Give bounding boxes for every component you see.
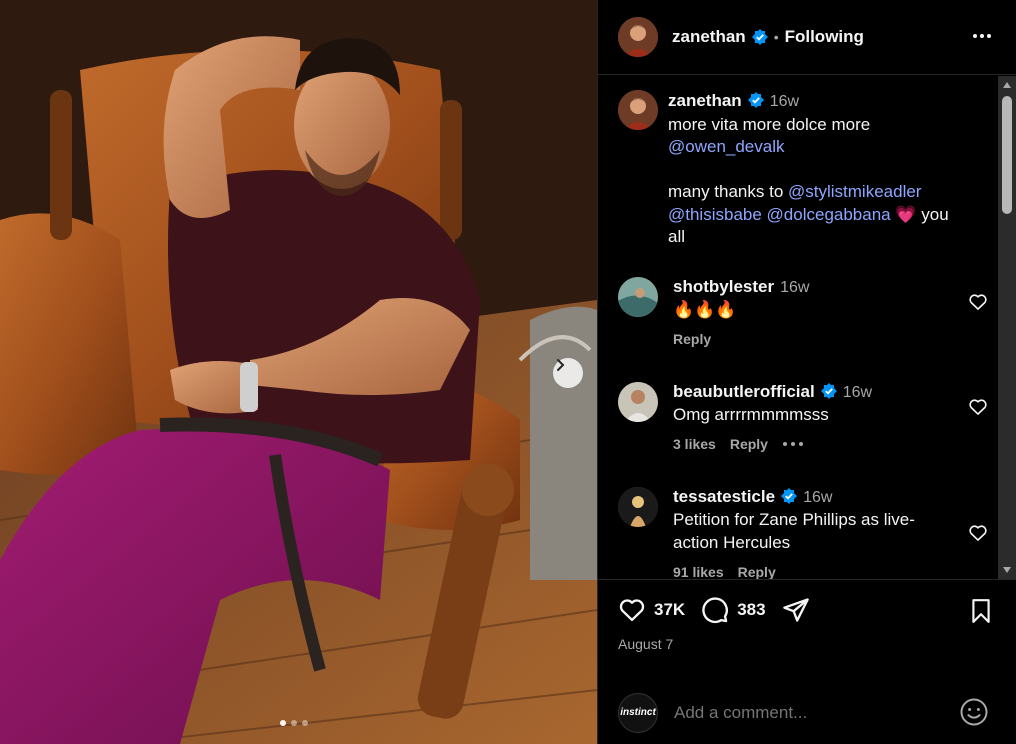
comment-text: Petition for Zane Phillips as live-actio… — [673, 510, 915, 552]
avatar-image — [618, 382, 658, 422]
mention-link[interactable]: @stylistmikeadler — [788, 182, 921, 201]
caption-line: more vita more dolce more — [668, 114, 871, 134]
separator-dot: • — [773, 29, 779, 45]
avatar[interactable] — [618, 17, 658, 57]
comment-time: 16w — [803, 489, 833, 506]
comment-text: Omg arrrrmmmmsss — [673, 405, 829, 424]
verified-icon — [747, 92, 764, 108]
bookmark-icon[interactable] — [968, 597, 994, 625]
post-caption: zanethan 16w more vita more dolce more @o… — [618, 90, 968, 249]
reply-button[interactable]: Reply — [673, 331, 711, 347]
post-actions: 37K 383 — [618, 596, 810, 624]
carousel-dot — [291, 720, 297, 726]
heart-icon[interactable] — [968, 523, 988, 543]
mention-link[interactable]: @owen_devalk — [668, 137, 785, 156]
current-user-avatar[interactable]: instinct — [618, 692, 658, 733]
caption-author[interactable]: zanethan — [668, 91, 742, 110]
comment-author[interactable]: shotbylester — [673, 277, 774, 296]
comment-author[interactable]: tessatesticle — [673, 487, 775, 506]
post-header: zanethan • Following — [598, 0, 1016, 75]
divider — [598, 579, 1016, 580]
mention-link[interactable]: @thisisbabe — [668, 205, 762, 224]
avatar-image — [618, 90, 658, 130]
avatar[interactable] — [618, 382, 658, 422]
heart-emoji: 💗 — [895, 204, 917, 224]
carousel-next-button[interactable] — [553, 358, 583, 388]
add-comment-input[interactable] — [674, 702, 934, 723]
comment-time: 16w — [842, 384, 873, 401]
share-icon[interactable] — [782, 596, 810, 624]
post-author[interactable]: zanethan — [672, 27, 746, 47]
comment-item: beaubutlerofficial 16w Omg arrrrmmmmsss 3… — [618, 382, 988, 452]
avatar[interactable] — [618, 487, 658, 527]
verified-icon — [751, 29, 768, 45]
post-photo[interactable] — [0, 0, 597, 744]
more-icon[interactable] — [972, 26, 992, 46]
comment-likes[interactable]: 91 likes — [673, 564, 724, 579]
carousel-dot — [280, 720, 286, 726]
following-button[interactable]: Following — [785, 27, 864, 47]
heart-icon[interactable] — [968, 292, 988, 312]
comment-likes[interactable]: 3 likes — [673, 436, 716, 452]
avatar-image — [618, 17, 658, 57]
emoji-icon[interactable] — [959, 697, 989, 727]
avatar[interactable] — [618, 90, 658, 130]
mention-link[interactable]: @dolcegabbana — [767, 205, 891, 224]
comment-text: 🔥🔥🔥 — [673, 300, 737, 319]
comments-list[interactable]: zanethan 16w more vita more dolce more @o… — [598, 76, 999, 579]
verified-icon — [820, 383, 837, 399]
comment-composer: instinct — [598, 680, 1016, 744]
comment-icon[interactable] — [701, 596, 729, 624]
comment-item: tessatesticle 16w Petition for Zane Phill… — [618, 487, 988, 579]
avatar[interactable] — [618, 277, 658, 317]
reply-button[interactable]: Reply — [730, 436, 768, 452]
caption-text: zanethan 16w more vita more dolce more @o… — [668, 90, 968, 249]
comment-time: 16w — [780, 279, 810, 296]
caption-thanks: many thanks to — [668, 182, 784, 201]
scrollbar-thumb[interactable] — [1002, 96, 1012, 214]
heart-icon[interactable] — [968, 397, 988, 417]
scroll-down-arrow[interactable] — [1003, 567, 1011, 573]
photo-illustration — [0, 0, 597, 744]
like-count[interactable]: 37K — [654, 600, 685, 620]
more-icon[interactable] — [782, 441, 804, 447]
carousel-indicator — [280, 720, 308, 726]
post-side-panel: zanethan • Following zanethan 16w more v… — [597, 0, 1016, 744]
caption-time: 16w — [769, 93, 800, 110]
carousel-dot — [302, 720, 308, 726]
reply-button[interactable]: Reply — [738, 564, 776, 579]
comment-item: shotbylester 16w 🔥🔥🔥 Reply — [618, 277, 988, 347]
scroll-up-arrow[interactable] — [1003, 82, 1011, 88]
post-date[interactable]: August 7 — [618, 636, 673, 652]
comment-count[interactable]: 383 — [737, 600, 765, 620]
avatar-image — [618, 487, 658, 527]
avatar-image — [618, 277, 658, 317]
comment-author[interactable]: beaubutlerofficial — [673, 382, 815, 401]
chevron-right-icon — [557, 359, 565, 371]
comments-scrollbar[interactable] — [998, 76, 1016, 579]
verified-icon — [781, 488, 798, 504]
heart-icon[interactable] — [618, 596, 646, 624]
